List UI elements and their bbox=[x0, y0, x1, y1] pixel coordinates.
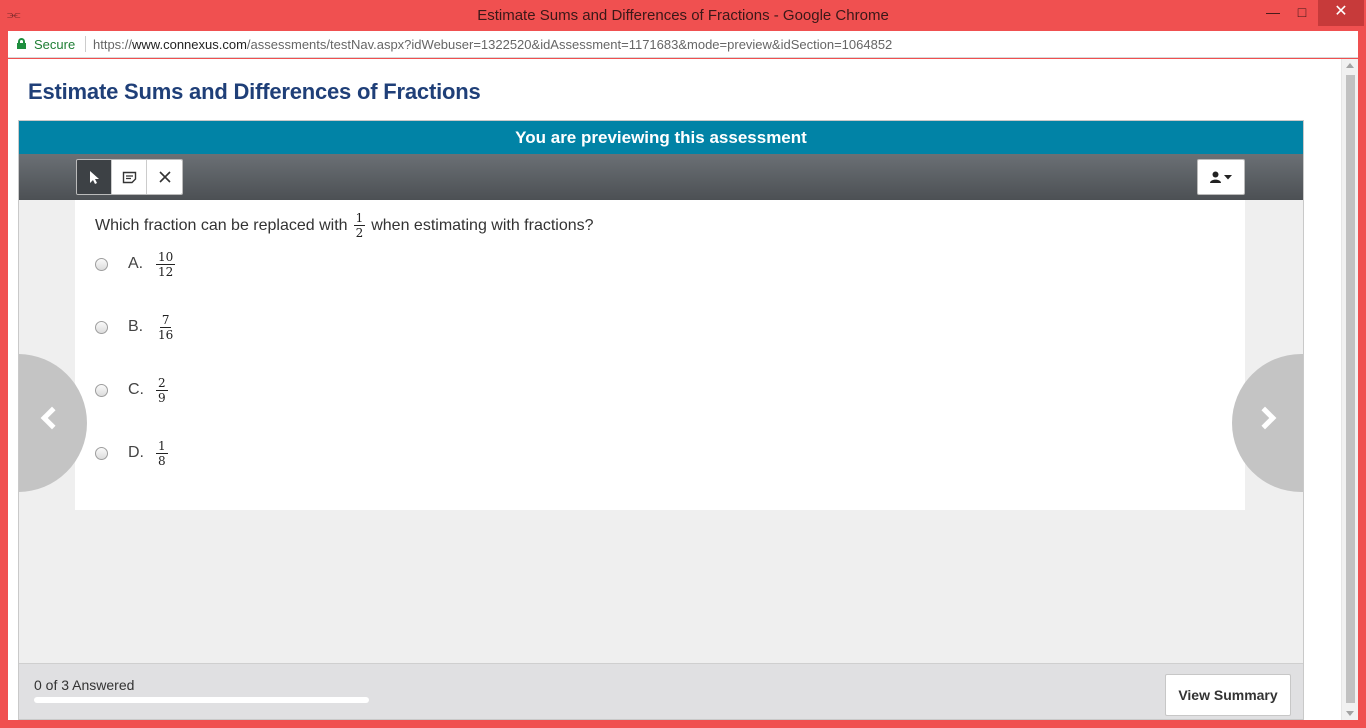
view-summary-button[interactable]: View Summary bbox=[1165, 674, 1291, 716]
scroll-down-arrow-icon[interactable] bbox=[1346, 711, 1354, 716]
url-path: /assessments/testNav.aspx?idWebuser=1322… bbox=[246, 37, 893, 52]
lock-icon bbox=[17, 38, 26, 49]
fraction-numerator: 1 bbox=[353, 211, 366, 226]
option-a[interactable]: A. 10 12 bbox=[95, 249, 176, 279]
option-d[interactable]: D. 1 8 bbox=[95, 438, 168, 468]
question-fraction: 1 2 bbox=[353, 211, 366, 240]
close-window-button[interactable]: ✕ bbox=[1318, 0, 1364, 26]
window-titlebar: ⫘ Estimate Sums and Differences of Fract… bbox=[0, 0, 1366, 31]
caret-down-icon bbox=[1224, 174, 1232, 179]
scroll-thumb[interactable] bbox=[1346, 75, 1355, 703]
tool-group bbox=[76, 159, 183, 195]
assessment-toolbar bbox=[19, 154, 1303, 200]
url-scheme: https:// bbox=[93, 37, 133, 52]
url-text[interactable]: https://www.connexus.com/assessments/tes… bbox=[93, 37, 892, 52]
eliminate-tool-button[interactable] bbox=[147, 160, 182, 194]
fraction-numerator: 2 bbox=[156, 375, 168, 391]
note-tool-button[interactable] bbox=[112, 160, 147, 194]
option-fraction: 10 12 bbox=[156, 249, 176, 279]
cursor-icon bbox=[90, 170, 99, 184]
option-letter: A. bbox=[128, 255, 144, 272]
chevron-right-icon bbox=[1253, 406, 1277, 430]
fraction-denominator: 12 bbox=[158, 264, 174, 279]
fraction-denominator: 8 bbox=[158, 453, 166, 468]
assessment-panel: You are previewing this assessment Which… bbox=[18, 120, 1304, 720]
answered-progress-bar bbox=[34, 697, 369, 703]
fraction-numerator: 10 bbox=[156, 249, 176, 265]
scroll-up-arrow-icon[interactable] bbox=[1346, 63, 1354, 68]
assessment-footer: 0 of 3 Answered View Summary bbox=[19, 663, 1303, 719]
cross-icon bbox=[158, 171, 171, 183]
page-title: Estimate Sums and Differences of Fractio… bbox=[28, 79, 481, 104]
url-host: www.connexus.com bbox=[132, 37, 247, 52]
address-bar[interactable]: Secure https://www.connexus.com/assessme… bbox=[8, 31, 1358, 58]
option-letter: C. bbox=[128, 381, 144, 398]
window-title: Estimate Sums and Differences of Fractio… bbox=[477, 7, 889, 24]
user-icon bbox=[1210, 171, 1221, 183]
address-separator bbox=[85, 36, 86, 52]
option-letter: D. bbox=[128, 444, 144, 461]
chevron-left-icon bbox=[40, 406, 64, 430]
question-text-after: when estimating with fractions? bbox=[371, 216, 594, 234]
page-viewport: Estimate Sums and Differences of Fractio… bbox=[8, 59, 1358, 720]
pointer-tool-button[interactable] bbox=[77, 160, 112, 194]
note-icon bbox=[122, 171, 136, 183]
option-fraction: 1 8 bbox=[156, 440, 168, 467]
option-a-radio[interactable] bbox=[95, 257, 108, 271]
preview-banner: You are previewing this assessment bbox=[19, 121, 1303, 154]
answered-count: 0 of 3 Answered bbox=[34, 677, 135, 693]
fraction-numerator: 1 bbox=[156, 438, 168, 454]
option-b-radio[interactable] bbox=[95, 320, 108, 334]
option-fraction: 2 9 bbox=[156, 377, 168, 404]
fraction-denominator: 16 bbox=[158, 327, 174, 342]
option-fraction: 7 16 bbox=[156, 314, 175, 341]
option-c-radio[interactable] bbox=[95, 383, 108, 397]
question-card: Which fraction can be replaced with 1 2 … bbox=[75, 200, 1245, 510]
question-text-before: Which fraction can be replaced with bbox=[95, 216, 348, 234]
fraction-numerator: 7 bbox=[159, 312, 172, 328]
question-stage: Which fraction can be replaced with 1 2 … bbox=[19, 200, 1303, 663]
question-text: Which fraction can be replaced with 1 2 … bbox=[95, 212, 594, 239]
maximize-button[interactable]: □ bbox=[1288, 0, 1316, 26]
option-letter: B. bbox=[128, 318, 144, 335]
minimize-button[interactable]: — bbox=[1258, 0, 1288, 26]
user-menu-button[interactable] bbox=[1197, 159, 1245, 195]
option-d-radio[interactable] bbox=[95, 446, 108, 460]
page-scrollbar[interactable] bbox=[1341, 59, 1358, 720]
option-c[interactable]: C. 2 9 bbox=[95, 375, 168, 405]
secure-label: Secure bbox=[34, 37, 76, 52]
fraction-denominator: 9 bbox=[158, 390, 166, 405]
option-b[interactable]: B. 7 16 bbox=[95, 312, 175, 342]
fraction-denominator: 2 bbox=[355, 226, 364, 240]
